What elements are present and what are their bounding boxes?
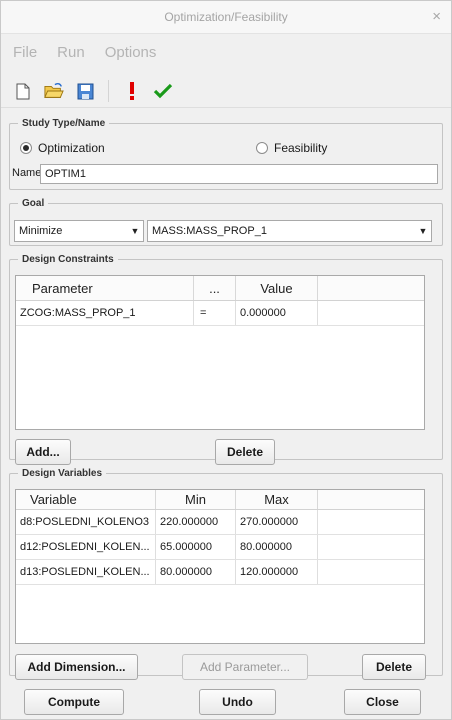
- header-filler: [318, 276, 424, 300]
- study-type-group: Study Type/Name Optimization Feasibility…: [9, 118, 443, 190]
- name-label: Name: [12, 167, 42, 179]
- design-variables-group: Design Variables Variable Min Max d8:POS…: [9, 468, 443, 680]
- open-folder-icon[interactable]: [44, 81, 64, 101]
- menu-bar: File Run Options: [13, 44, 156, 64]
- header-min[interactable]: Min: [156, 490, 236, 509]
- constraint-operator-cell[interactable]: =: [194, 301, 236, 325]
- study-name-field[interactable]: OPTIM1: [40, 164, 438, 184]
- goal-type-dropdown-icon[interactable]: ▼: [127, 221, 143, 241]
- table-row[interactable]: d13:POSLEDNI_KOLEN... 80.000000 120.0000…: [16, 560, 424, 585]
- constraint-parameter-cell[interactable]: ZCOG:MASS_PROP_1: [16, 301, 194, 325]
- radio-optimization-label: Optimization: [38, 141, 105, 155]
- title-bar: Optimization/Feasibility ×: [1, 1, 451, 34]
- toolbar-separator: [108, 80, 109, 102]
- menu-file[interactable]: File: [13, 44, 37, 64]
- delete-variable-button[interactable]: Delete: [362, 654, 426, 680]
- header-value[interactable]: Value: [236, 276, 318, 300]
- study-type-legend: Study Type/Name: [22, 118, 106, 129]
- undo-button[interactable]: Undo: [199, 689, 276, 715]
- compute-button[interactable]: Compute: [24, 689, 124, 715]
- variable-filler-cell: [318, 560, 424, 584]
- table-row[interactable]: d12:POSLEDNI_KOLEN... 65.000000 80.00000…: [16, 535, 424, 560]
- new-document-icon[interactable]: [13, 81, 33, 101]
- design-variables-legend: Design Variables: [22, 468, 103, 479]
- close-button[interactable]: Close: [344, 689, 421, 715]
- checkmark-icon[interactable]: [153, 81, 173, 101]
- variable-name-cell[interactable]: d12:POSLEDNI_KOLEN...: [16, 535, 156, 559]
- exclamation-icon[interactable]: [122, 81, 142, 101]
- goal-type-value: Minimize: [19, 225, 63, 237]
- toolbar: [13, 76, 173, 106]
- add-parameter-button: Add Parameter...: [182, 654, 308, 680]
- constraint-value-cell[interactable]: 0.000000: [236, 301, 318, 325]
- variable-max-cell[interactable]: 80.000000: [236, 535, 318, 559]
- variable-filler-cell: [318, 510, 424, 534]
- header-max[interactable]: Max: [236, 490, 318, 509]
- constraints-table: Parameter ... Value ZCOG:MASS_PROP_1 = 0…: [15, 275, 425, 430]
- toolbar-divider: [1, 107, 451, 108]
- table-row[interactable]: d8:POSLEDNI_KOLENO3 220.000000 270.00000…: [16, 510, 424, 535]
- radio-optimization[interactable]: Optimization: [20, 141, 105, 155]
- variables-table-header: Variable Min Max: [16, 490, 424, 510]
- table-row[interactable]: ZCOG:MASS_PROP_1 = 0.000000: [16, 301, 424, 326]
- goal-type-select[interactable]: Minimize ▼: [14, 220, 144, 242]
- variable-min-cell[interactable]: 80.000000: [156, 560, 236, 584]
- menu-run[interactable]: Run: [57, 44, 85, 64]
- header-variable[interactable]: Variable: [16, 490, 156, 509]
- radio-feasibility-label: Feasibility: [274, 141, 328, 155]
- goal-legend: Goal: [22, 198, 45, 209]
- variable-min-cell[interactable]: 220.000000: [156, 510, 236, 534]
- variables-table: Variable Min Max d8:POSLEDNI_KOLENO3 220…: [15, 489, 425, 644]
- radio-optimization-indicator[interactable]: [20, 142, 32, 154]
- add-dimension-button[interactable]: Add Dimension...: [15, 654, 138, 680]
- save-icon[interactable]: [75, 81, 95, 101]
- goal-target-select[interactable]: MASS:MASS_PROP_1 ▼: [147, 220, 432, 242]
- goal-group: Goal Minimize ▼ MASS:MASS_PROP_1 ▼: [9, 198, 443, 246]
- header-filler: [318, 490, 424, 509]
- variable-filler-cell: [318, 535, 424, 559]
- header-operator[interactable]: ...: [194, 276, 236, 300]
- delete-constraint-button[interactable]: Delete: [215, 439, 275, 465]
- variable-max-cell[interactable]: 270.000000: [236, 510, 318, 534]
- goal-target-dropdown-icon[interactable]: ▼: [415, 221, 431, 241]
- design-constraints-group: Design Constraints Parameter ... Value Z…: [9, 254, 443, 465]
- menu-options[interactable]: Options: [105, 44, 157, 64]
- goal-target-value: MASS:MASS_PROP_1: [152, 225, 267, 237]
- variable-min-cell[interactable]: 65.000000: [156, 535, 236, 559]
- add-constraint-button[interactable]: Add...: [15, 439, 71, 465]
- design-constraints-legend: Design Constraints: [22, 254, 114, 265]
- variable-name-cell[interactable]: d8:POSLEDNI_KOLENO3: [16, 510, 156, 534]
- constraint-filler-cell: [318, 301, 424, 325]
- radio-feasibility-indicator[interactable]: [256, 142, 268, 154]
- header-parameter[interactable]: Parameter: [16, 276, 194, 300]
- window-title: Optimization/Feasibility: [164, 10, 288, 24]
- variable-name-cell[interactable]: d13:POSLEDNI_KOLEN...: [16, 560, 156, 584]
- optimization-dialog: Optimization/Feasibility × File Run Opti…: [0, 0, 452, 720]
- variable-max-cell[interactable]: 120.000000: [236, 560, 318, 584]
- radio-feasibility[interactable]: Feasibility: [256, 141, 327, 155]
- close-window-icon[interactable]: ×: [432, 8, 441, 25]
- constraints-table-header: Parameter ... Value: [16, 276, 424, 301]
